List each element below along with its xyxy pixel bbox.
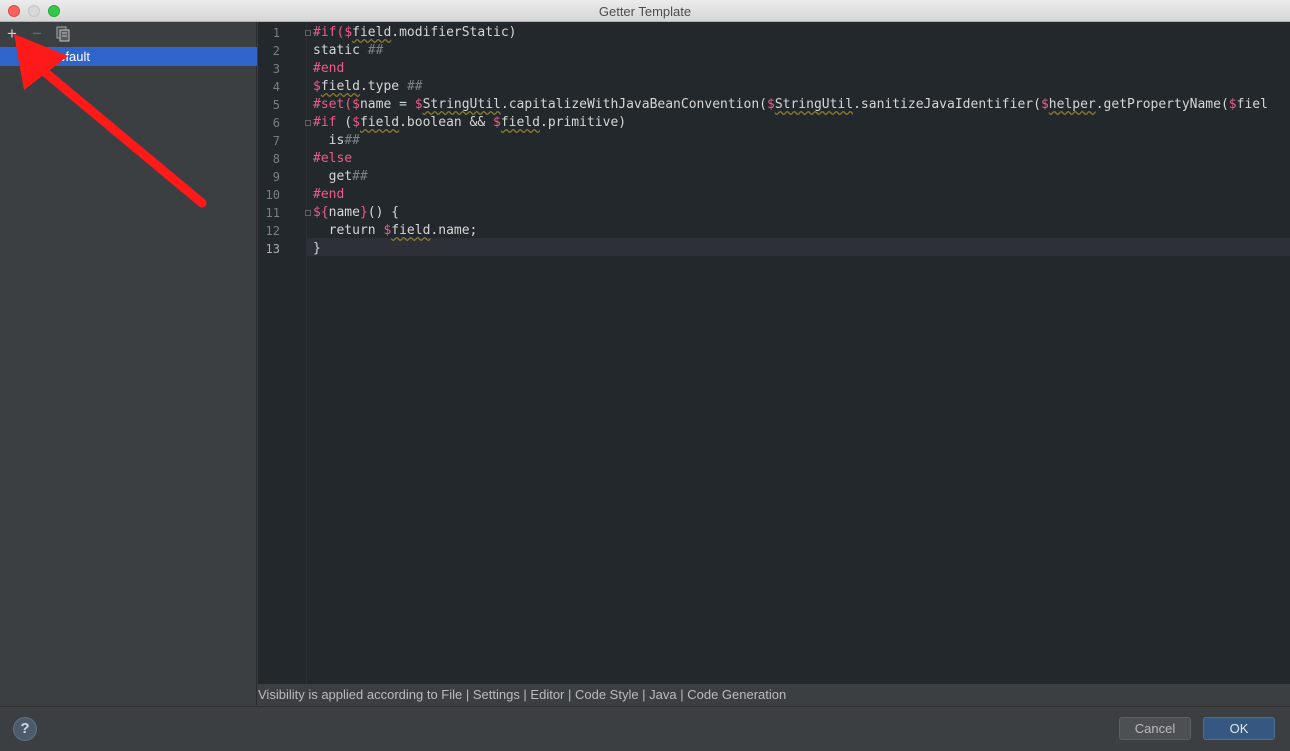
cancel-button[interactable]: Cancel [1119,717,1191,740]
code-line-3: #end [313,61,345,76]
line-number: 2 [272,44,280,58]
code-line-8: #else [313,151,353,166]
line-number: 1 [272,26,280,40]
help-icon[interactable]: ? [13,717,37,741]
line-number: 7 [272,134,280,148]
line-number: 12 [265,224,280,238]
visibility-hint: Visibility is applied according to File … [258,687,787,702]
line-number: 4 [272,80,280,94]
template-item-intellij-default[interactable]: lliJ Default [0,47,257,66]
template-list-pane: + − lliJ Default [0,22,257,705]
code-line-12: return $field.name; [313,223,478,238]
add-icon[interactable]: + [3,24,21,44]
template-toolbar: + − [0,22,257,46]
window-title: Getter Template [598,4,692,19]
dialog-button-bar: ? Cancel OK [0,706,1290,751]
fold-marker-icon[interactable] [305,120,311,126]
line-number: 9 [272,170,280,184]
fold-marker-icon[interactable] [305,210,311,216]
code-line-5: #set($name = $StringUtil.capitalizeWithJ… [313,97,1268,112]
fold-marker-icon[interactable] [305,30,311,36]
line-number: 8 [272,152,280,166]
template-code-editor[interactable]: 1 2 3 4 5 6 7 8 9 10 11 12 13 #if($field… [258,22,1290,684]
code-line-11: ${name}() { [313,205,400,220]
code-line-4: $field.type ## [313,79,423,94]
line-number: 5 [272,98,280,112]
code-line-2: static ## [313,43,384,58]
line-number: 3 [272,62,280,76]
line-number: 10 [265,188,280,202]
code-line-7: is## [313,133,360,148]
template-item-label: lliJ Default [30,49,90,64]
line-number: 6 [272,116,280,130]
code-line-10: #end [313,187,345,202]
code-line-6: #if ($field.boolean && $field.primitive) [313,115,627,130]
title-bar: Getter Template [0,0,1290,22]
code-line-13: } [313,241,321,256]
remove-icon[interactable]: − [28,24,46,44]
code-line-1: #if($field.modifierStatic) [313,25,517,40]
line-number: 11 [265,206,280,220]
code-lines: #if($field.modifierStatic) static ## #en… [313,22,1290,684]
copy-icon[interactable] [54,24,72,44]
line-number-gutter: 1 2 3 4 5 6 7 8 9 10 11 12 13 [258,22,307,684]
line-number: 13 [265,242,280,256]
code-line-9: get## [313,169,368,184]
ok-button[interactable]: OK [1203,717,1275,740]
